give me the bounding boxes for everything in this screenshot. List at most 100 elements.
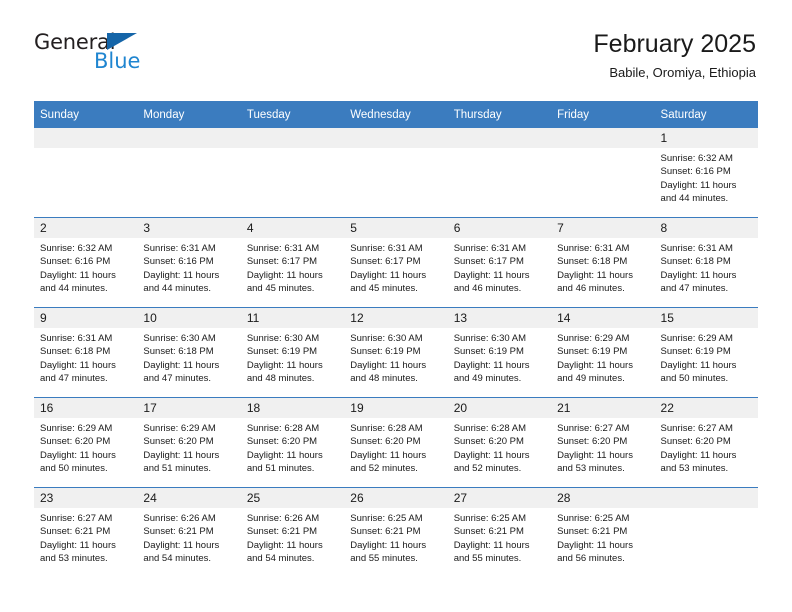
calendar-week-row: 23 Sunrise: 6:27 AM Sunset: 6:21 PM Dayligh… xyxy=(34,487,758,577)
day-number: 2 xyxy=(34,218,138,238)
day-details: Sunrise: 6:31 AM Sunset: 6:18 PM Daylight:… xyxy=(34,328,137,385)
calendar-day-cell[interactable]: 23 Sunrise: 6:27 AM Sunset: 6:21 PM Dayligh… xyxy=(34,487,138,577)
day-details: Sunrise: 6:25 AM Sunset: 6:21 PM Daylight:… xyxy=(344,508,447,565)
weekday-header-monday: Monday xyxy=(137,101,241,128)
daylight-text: Daylight: 11 hours and 56 minutes. xyxy=(557,539,633,564)
daylight-text: Daylight: 11 hours and 53 minutes. xyxy=(40,539,116,564)
daylight-text: Daylight: 11 hours and 48 minutes. xyxy=(246,359,323,384)
sunset-text: Sunset: 6:18 PM xyxy=(557,256,628,268)
sunset-text: Sunset: 6:21 PM xyxy=(557,526,628,538)
page-header: General Blue February 2025 Babile, Oromi… xyxy=(34,0,758,94)
sunset-text: Sunset: 6:19 PM xyxy=(660,346,731,358)
sunrise-text: Sunrise: 6:29 AM xyxy=(40,423,113,434)
day-number: 8 xyxy=(654,218,758,238)
calendar-day-cell[interactable]: 12 Sunrise: 6:30 AM Sunset: 6:19 PM Dayligh… xyxy=(344,307,448,398)
calendar-day-cell[interactable]: 13 Sunrise: 6:30 AM Sunset: 6:19 PM Dayligh… xyxy=(447,307,552,398)
day-details: Sunrise: 6:32 AM Sunset: 6:16 PM Daylight:… xyxy=(34,238,137,295)
day-number: 19 xyxy=(344,398,448,418)
day-details: Sunrise: 6:26 AM Sunset: 6:21 PM Daylight:… xyxy=(241,508,344,565)
day-details: Sunrise: 6:31 AM Sunset: 6:17 PM Daylight:… xyxy=(448,238,551,295)
daylight-text: Daylight: 11 hours and 55 minutes. xyxy=(350,539,427,564)
sunrise-text: Sunrise: 6:28 AM xyxy=(246,423,320,434)
daylight-text: Daylight: 11 hours and 49 minutes. xyxy=(453,359,530,384)
calendar-day-cell[interactable]: 25 Sunrise: 6:26 AM Sunset: 6:21 PM Dayligh… xyxy=(240,487,345,577)
day-details: Sunrise: 6:28 AM Sunset: 6:20 PM Daylight:… xyxy=(241,418,344,475)
daylight-text: Daylight: 11 hours and 44 minutes. xyxy=(40,269,116,294)
day-number: 17 xyxy=(137,398,241,418)
calendar-day-cell[interactable]: 3 Sunrise: 6:31 AM Sunset: 6:16 PM Daylight… xyxy=(137,217,241,308)
day-number: 9 xyxy=(34,308,138,328)
daylight-text: Daylight: 11 hours and 45 minutes. xyxy=(246,269,323,294)
calendar-body: 1 Sunrise: 6:32 AM Sunset: 6:16 PM Daylight… xyxy=(34,128,758,577)
calendar-day-cell[interactable]: 20 Sunrise: 6:28 AM Sunset: 6:20 PM Dayligh… xyxy=(447,397,552,488)
day-number: 12 xyxy=(344,308,448,328)
sunset-text: Sunset: 6:20 PM xyxy=(557,436,628,448)
day-number: 10 xyxy=(137,308,241,328)
day-details: Sunrise: 6:29 AM Sunset: 6:19 PM Daylight:… xyxy=(551,328,654,385)
calendar-day-cell[interactable]: 5 Sunrise: 6:31 AM Sunset: 6:17 PM Daylight… xyxy=(344,217,448,308)
calendar-day-cell[interactable]: 19 Sunrise: 6:28 AM Sunset: 6:20 PM Dayligh… xyxy=(344,397,448,488)
weekday-header-thursday: Thursday xyxy=(447,101,552,128)
sunrise-text: Sunrise: 6:29 AM xyxy=(557,333,630,344)
calendar-week-row: 9 Sunrise: 6:31 AM Sunset: 6:18 PM Daylight… xyxy=(34,307,758,398)
calendar-header-row: Sunday Monday Tuesday Wednesday Thursday… xyxy=(34,101,758,128)
day-details: Sunrise: 6:27 AM Sunset: 6:20 PM Daylight:… xyxy=(551,418,654,475)
day-details: Sunrise: 6:28 AM Sunset: 6:20 PM Daylight:… xyxy=(448,418,551,475)
sunrise-text: Sunrise: 6:31 AM xyxy=(40,333,113,344)
calendar-day-cell[interactable]: 2 Sunrise: 6:32 AM Sunset: 6:16 PM Daylight… xyxy=(34,217,138,308)
day-number: 21 xyxy=(551,398,655,418)
calendar-day-cell[interactable]: 15 Sunrise: 6:29 AM Sunset: 6:19 PM Dayligh… xyxy=(654,307,758,398)
sunset-text: Sunset: 6:19 PM xyxy=(453,346,524,358)
calendar-day-cell[interactable]: 28 Sunrise: 6:25 AM Sunset: 6:21 PM Dayligh… xyxy=(551,487,655,577)
calendar-day-cell[interactable]: 18 Sunrise: 6:28 AM Sunset: 6:20 PM Dayligh… xyxy=(240,397,345,488)
calendar-day-cell[interactable]: 7 Sunrise: 6:31 AM Sunset: 6:18 PM Daylight… xyxy=(551,217,655,308)
daylight-text: Daylight: 11 hours and 52 minutes. xyxy=(350,449,427,474)
day-details: Sunrise: 6:27 AM Sunset: 6:21 PM Daylight:… xyxy=(34,508,137,565)
calendar-day-cell[interactable]: 1 Sunrise: 6:32 AM Sunset: 6:16 PM Daylight… xyxy=(654,128,758,218)
calendar-day-cell[interactable]: 27 Sunrise: 6:25 AM Sunset: 6:21 PM Dayligh… xyxy=(447,487,552,577)
sunset-text: Sunset: 6:21 PM xyxy=(246,526,318,538)
calendar-day-cell[interactable]: 16 Sunrise: 6:29 AM Sunset: 6:20 PM Dayligh… xyxy=(34,397,138,488)
sunrise-text: Sunrise: 6:29 AM xyxy=(143,423,216,434)
calendar-day-cell[interactable]: 10 Sunrise: 6:30 AM Sunset: 6:18 PM Dayligh… xyxy=(137,307,241,398)
daylight-text: Daylight: 11 hours and 53 minutes. xyxy=(660,449,737,474)
calendar-day-cell[interactable]: 8 Sunrise: 6:31 AM Sunset: 6:18 PM Daylight… xyxy=(654,217,758,308)
daylight-text: Daylight: 11 hours and 54 minutes. xyxy=(143,539,220,564)
calendar-day-cell[interactable]: 4 Sunrise: 6:31 AM Sunset: 6:17 PM Daylight… xyxy=(240,217,345,308)
calendar-day-cell[interactable]: 17 Sunrise: 6:29 AM Sunset: 6:20 PM Dayligh… xyxy=(137,397,241,488)
day-details: Sunrise: 6:31 AM Sunset: 6:16 PM Daylight:… xyxy=(137,238,240,295)
calendar-day-cell[interactable]: 21 Sunrise: 6:27 AM Sunset: 6:20 PM Dayligh… xyxy=(551,397,655,488)
sunrise-text: Sunrise: 6:29 AM xyxy=(660,333,733,344)
sunset-text: Sunset: 6:21 PM xyxy=(453,526,524,538)
sunrise-text: Sunrise: 6:27 AM xyxy=(660,423,733,434)
calendar-day-cell[interactable]: 14 Sunrise: 6:29 AM Sunset: 6:19 PM Dayligh… xyxy=(551,307,655,398)
calendar-day-cell[interactable]: 11 Sunrise: 6:30 AM Sunset: 6:19 PM Dayligh… xyxy=(240,307,345,398)
calendar-day-cell[interactable]: 22 Sunrise: 6:27 AM Sunset: 6:20 PM Dayligh… xyxy=(654,397,758,488)
daylight-text: Daylight: 11 hours and 51 minutes. xyxy=(143,449,220,474)
day-number: 28 xyxy=(551,488,655,508)
day-number: 15 xyxy=(654,308,758,328)
daylight-text: Daylight: 11 hours and 44 minutes. xyxy=(660,179,737,204)
daylight-text: Daylight: 11 hours and 48 minutes. xyxy=(350,359,427,384)
page-subtitle: Babile, Oromiya, Ethiopia xyxy=(609,65,756,80)
sunrise-text: Sunrise: 6:32 AM xyxy=(660,153,733,164)
day-details: Sunrise: 6:29 AM Sunset: 6:20 PM Daylight:… xyxy=(34,418,137,475)
sunset-text: Sunset: 6:20 PM xyxy=(660,436,731,448)
sunrise-text: Sunrise: 6:31 AM xyxy=(350,243,423,254)
calendar-day-cell[interactable]: 24 Sunrise: 6:26 AM Sunset: 6:21 PM Dayligh… xyxy=(137,487,241,577)
day-details: Sunrise: 6:31 AM Sunset: 6:18 PM Daylight:… xyxy=(655,238,758,295)
sunrise-text: Sunrise: 6:30 AM xyxy=(143,333,216,344)
day-details: Sunrise: 6:30 AM Sunset: 6:19 PM Daylight:… xyxy=(448,328,551,385)
calendar-day-cell[interactable]: 9 Sunrise: 6:31 AM Sunset: 6:18 PM Daylight… xyxy=(34,307,138,398)
calendar-day-cell[interactable]: 26 Sunrise: 6:25 AM Sunset: 6:21 PM Dayligh… xyxy=(344,487,448,577)
day-number: 14 xyxy=(551,308,655,328)
sunrise-text: Sunrise: 6:25 AM xyxy=(453,513,527,524)
sunrise-text: Sunrise: 6:31 AM xyxy=(246,243,320,254)
day-number: 22 xyxy=(654,398,758,418)
calendar-day-cell[interactable]: 6 Sunrise: 6:31 AM Sunset: 6:17 PM Daylight… xyxy=(447,217,552,308)
sunset-text: Sunset: 6:21 PM xyxy=(350,526,421,538)
sunset-text: Sunset: 6:18 PM xyxy=(143,346,214,358)
sunrise-text: Sunrise: 6:31 AM xyxy=(557,243,630,254)
sunset-text: Sunset: 6:20 PM xyxy=(453,436,524,448)
sunset-text: Sunset: 6:18 PM xyxy=(40,346,111,358)
